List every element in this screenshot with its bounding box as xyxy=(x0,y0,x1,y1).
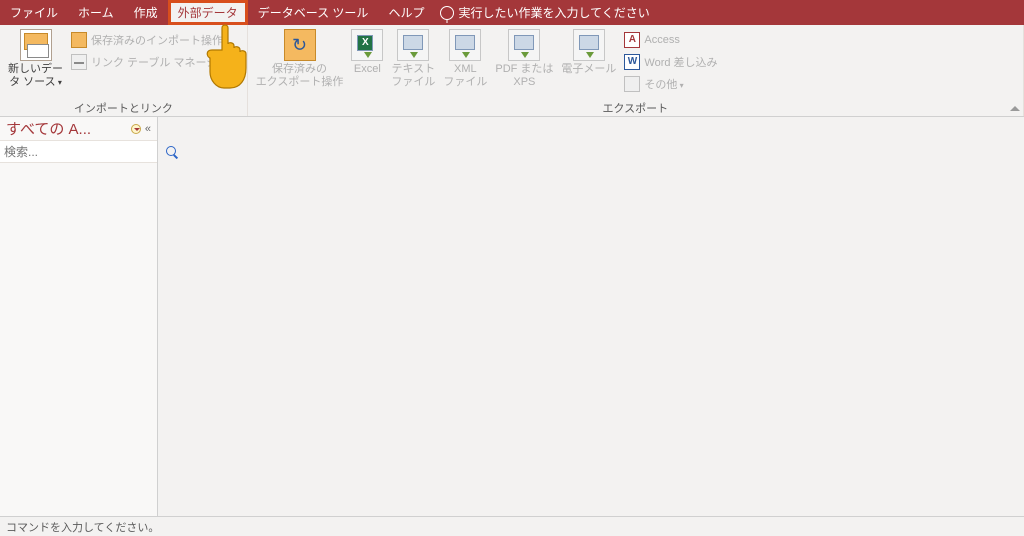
new-data-source-label-l1: 新しいデー xyxy=(8,63,63,76)
export-pdf-label-l2: XPS xyxy=(513,76,535,89)
ribbon-group-export-label: エクスポート xyxy=(248,100,1023,116)
saved-imports-button[interactable]: 保存済みのインポート操作 xyxy=(67,29,243,51)
navigation-pane-title: すべての A... xyxy=(6,118,129,139)
ribbon-tabstrip: ファイル ホーム 作成 外部データ データベース ツール ヘルプ 実行したい作業… xyxy=(0,0,1024,25)
navigation-search-box[interactable] xyxy=(0,141,157,163)
ribbon-group-import-link: 新しいデー タ ソース ▾ 保存済みのインポート操作 リンク テーブル マネージ… xyxy=(0,25,248,116)
tab-file[interactable]: ファイル xyxy=(0,0,68,25)
tab-external-data[interactable]: 外部データ xyxy=(168,0,248,25)
ribbon-group-export: 保存済みの エクスポート操作 Excel テキスト ファイル XML ファイル … xyxy=(248,25,1024,116)
new-data-source-label-l2: タ ソース ▾ xyxy=(9,76,62,89)
navigation-search-input[interactable] xyxy=(0,143,163,161)
export-more-label: その他 ▾ xyxy=(644,76,683,92)
linked-table-manager-button[interactable]: リンク テーブル マネージャー xyxy=(67,51,243,73)
status-text: コマンドを入力してください。 xyxy=(6,519,159,535)
word-icon xyxy=(624,54,640,70)
export-text-button[interactable]: テキスト ファイル xyxy=(387,27,439,99)
tab-database-tools[interactable]: データベース ツール xyxy=(248,0,379,25)
email-icon xyxy=(573,29,605,61)
saved-exports-label-l1: 保存済みの xyxy=(272,63,327,76)
pdf-xps-icon xyxy=(508,29,540,61)
tell-me-placeholder: 実行したい作業を入力してください xyxy=(458,4,649,21)
new-data-source-button[interactable]: 新しいデー タ ソース ▾ xyxy=(4,27,67,99)
xml-file-icon xyxy=(449,29,481,61)
saved-exports-label-l2: エクスポート操作 xyxy=(256,76,344,89)
export-word-label: Word 差し込み xyxy=(644,54,717,70)
tab-home[interactable]: ホーム xyxy=(68,0,124,25)
export-word-merge-button[interactable]: Word 差し込み xyxy=(620,51,721,73)
export-pdf-xps-button[interactable]: PDF または XPS xyxy=(491,27,557,99)
workspace: すべての A... « xyxy=(0,117,1024,516)
saved-imports-icon xyxy=(71,32,87,48)
status-bar: コマンドを入力してください。 xyxy=(0,516,1024,536)
saved-imports-label: 保存済みのインポート操作 xyxy=(91,32,223,48)
linked-table-icon xyxy=(71,54,87,70)
export-email-label: 電子メール xyxy=(561,63,616,76)
data-source-icon xyxy=(20,29,52,61)
export-xml-label-l1: XML xyxy=(454,63,477,76)
access-icon xyxy=(624,32,640,48)
export-text-label-l2: ファイル xyxy=(391,76,435,89)
navigation-pane-splitter[interactable] xyxy=(154,117,160,516)
saved-exports-icon xyxy=(284,29,316,61)
export-pdf-label-l1: PDF または xyxy=(495,63,553,76)
export-xml-button[interactable]: XML ファイル xyxy=(439,27,491,99)
navigation-pane: すべての A... « xyxy=(0,117,158,516)
collapse-ribbon-button[interactable] xyxy=(1008,102,1020,114)
navigation-pane-header[interactable]: すべての A... « xyxy=(0,117,157,141)
tab-create[interactable]: 作成 xyxy=(124,0,168,25)
export-access-label: Access xyxy=(644,34,679,46)
excel-icon xyxy=(351,29,383,61)
export-text-label-l1: テキスト xyxy=(392,63,436,76)
export-email-button[interactable]: 電子メール xyxy=(557,27,620,99)
tab-help[interactable]: ヘルプ xyxy=(378,0,434,25)
export-access-button[interactable]: Access xyxy=(620,29,721,51)
ribbon-group-import-label: インポートとリンク xyxy=(0,100,247,116)
ribbon: 新しいデー タ ソース ▾ 保存済みのインポート操作 リンク テーブル マネージ… xyxy=(0,25,1024,117)
navigation-pane-dropdown-icon[interactable] xyxy=(131,124,141,134)
tell-me-search[interactable]: 実行したい作業を入力してください xyxy=(434,0,649,25)
document-area xyxy=(158,117,1024,516)
saved-exports-button[interactable]: 保存済みの エクスポート操作 xyxy=(252,27,348,99)
more-icon xyxy=(624,76,640,92)
lightbulb-icon xyxy=(440,6,454,20)
export-more-button[interactable]: その他 ▾ xyxy=(620,73,721,95)
navigation-pane-collapse-button[interactable]: « xyxy=(143,123,153,135)
export-excel-button[interactable]: Excel xyxy=(347,27,387,99)
linked-table-manager-label: リンク テーブル マネージャー xyxy=(91,54,239,70)
text-file-icon xyxy=(397,29,429,61)
export-xml-label-l2: ファイル xyxy=(443,76,487,89)
export-excel-label: Excel xyxy=(354,63,381,76)
